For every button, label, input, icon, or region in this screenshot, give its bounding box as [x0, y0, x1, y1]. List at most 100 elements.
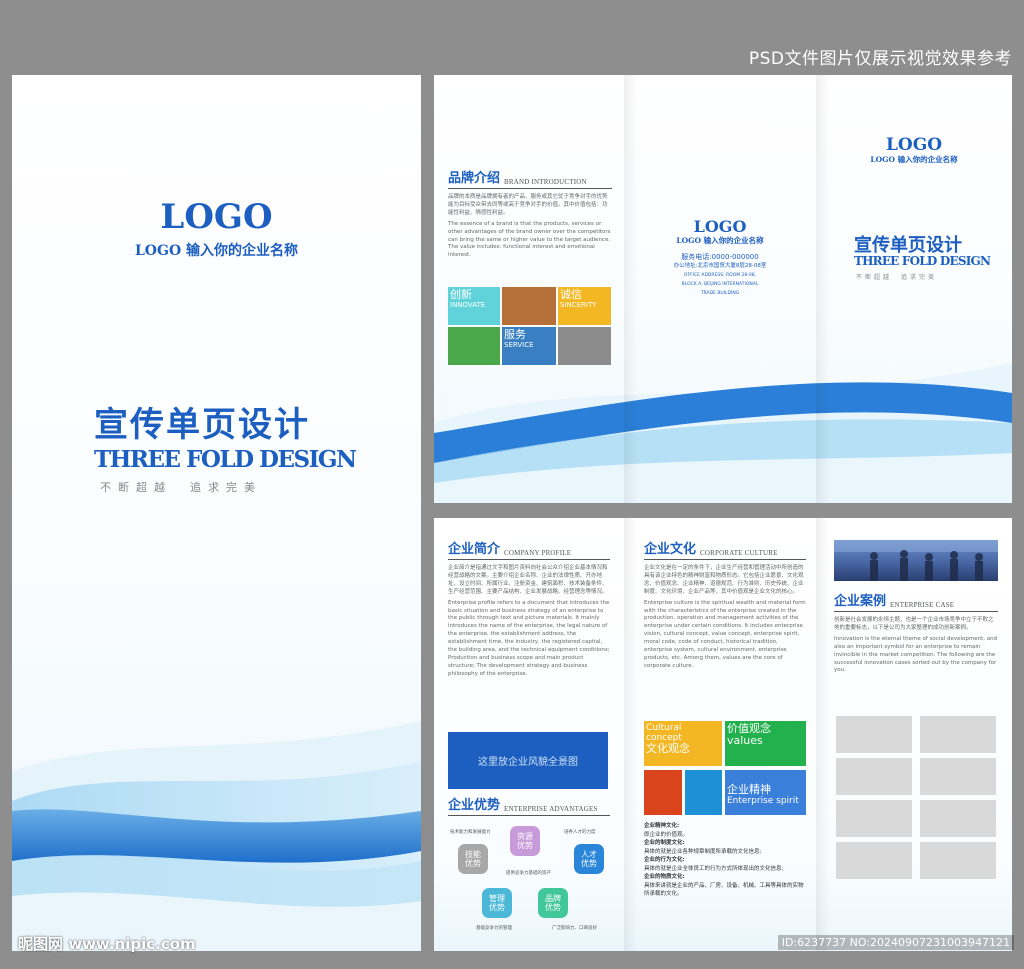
- culture-tiles: Cultural concept 文化观念 价值观念 values 企业精神 Ente…: [644, 721, 806, 815]
- brand-text-en: The essence of a brand is that the produ…: [448, 220, 611, 259]
- contact-info: 服务电话:0000-000000 办公地址:北京市国贸大厦8层28-08室 OF…: [624, 253, 816, 298]
- contact-address-cn: 办公地址:北京市国贸大厦8层28-08室: [673, 263, 767, 269]
- culture-text-cn: 企业文化是在一定的条件下，企业生产经营和管理活动中所创造的具有该企业特色的精神财…: [644, 565, 804, 595]
- profile-image-placeholder: 这里放企业风貌全景图: [448, 732, 608, 789]
- tile-label: 企业精神: [727, 783, 771, 796]
- brand-section: 品牌介绍 BRAND INTRODUCTION 品牌的本质是品牌拥有者的产品、服…: [448, 167, 612, 260]
- tile-green: [448, 327, 500, 365]
- tile-sub: Cultural concept: [646, 723, 682, 743]
- cases-title-cn: 企业案例: [834, 594, 887, 609]
- culture-text-en: Enterprise culture is the spiritual weal…: [644, 599, 806, 669]
- case-image: [836, 716, 912, 753]
- tile-values: 价值观念 values: [725, 721, 806, 766]
- cases-photo: [834, 540, 998, 581]
- people-silhouette-icon: [834, 540, 998, 581]
- culture-heading: 企业文化 CORPORATE CULTURE: [644, 538, 806, 560]
- placeholder-label: 这里放企业风貌全景图: [478, 757, 578, 768]
- watermark-bottom-right: ID:6237737 NO:20240907231003947121: [777, 935, 1014, 950]
- hex-talent: 人才 优势: [574, 844, 604, 874]
- outside-spread: 品牌介绍 BRAND INTRODUCTION 品牌的本质是品牌拥有者的产品、服…: [434, 75, 1012, 503]
- cover-panel: LOGO LOGO 输入你的企业名称 宣传单页设计 THREE FOLD DES…: [12, 75, 421, 951]
- tile-sub: INNOVATE: [450, 301, 486, 309]
- tile-sub: Enterprise spirit: [727, 796, 799, 806]
- cover-title-en: THREE FOLD DESIGN: [94, 446, 357, 473]
- profile-title-cn: 企业简介: [448, 542, 501, 557]
- front-logo: LOGO: [885, 135, 943, 155]
- contact-phone: 服务电话:0000-000000: [681, 253, 759, 261]
- contact-company: LOGO 输入你的企业名称: [676, 236, 764, 245]
- tile-service: 服务 SERVICE: [502, 327, 556, 365]
- culture-list-text: 即企业的价值观。: [644, 831, 689, 838]
- outside-wave: [434, 363, 1012, 503]
- inside-spread: 企业简介 COMPANY PROFILE 企业简介是指通过文字和图片资料向社会公…: [434, 518, 1012, 951]
- case-image: [836, 842, 912, 879]
- contact-logo: LOGO: [693, 217, 747, 236]
- tile-enterprise-spirit: 企业精神 Enterprise spirit: [725, 770, 806, 815]
- front-company: LOGO 输入你的企业名称: [870, 155, 958, 164]
- contact-address-en: BLOCK A, BEIJING INTERNATIONAL: [681, 282, 759, 287]
- tile-red: [644, 770, 682, 815]
- profile-heading: 企业简介 COMPANY PROFILE: [448, 538, 610, 560]
- cover-wave: [12, 721, 421, 951]
- tile-label: 诚信: [560, 288, 582, 301]
- hex-brand: 品牌 优势: [538, 888, 568, 918]
- culture-list-head: 企业的制度文化:: [644, 840, 685, 846]
- advantages-title-cn: 企业优势: [448, 798, 501, 813]
- contact-address-en: OFFICE ADDRESS: ROOM 28-08,: [683, 273, 757, 278]
- culture-list-head: 企业精神文化:: [644, 823, 680, 829]
- cover-title-cn: 宣传单页设计: [94, 405, 310, 445]
- fold-line: [816, 518, 830, 951]
- culture-title-en: CORPORATE CULTURE: [700, 549, 778, 557]
- advantage-note: 技术能力和发展能力: [450, 830, 491, 835]
- cover-company: LOGO 输入你的企业名称: [134, 243, 299, 259]
- tile-cultural-concept: Cultural concept 文化观念: [644, 721, 722, 766]
- advantages-heading: 企业优势 ENTERPRISE ADVANTAGES: [448, 794, 610, 816]
- culture-list-text: 具体的就是企业各种规章制度所承载的文化信息;: [644, 848, 762, 855]
- advantage-note: 提供竞争力基础的资产: [506, 871, 551, 876]
- tile-sub: SINCERITY: [560, 301, 597, 309]
- cover-logo: LOGO: [160, 197, 273, 237]
- brand-title-en: BRAND INTRODUCTION: [504, 178, 587, 186]
- case-image: [920, 758, 996, 795]
- front-title-en: THREE FOLD DESIGN: [854, 254, 991, 268]
- cases-text-en: Innovation is the eternal theme of socia…: [834, 635, 998, 674]
- brand-text-cn: 品牌的本质是品牌拥有者的产品、服务或其它优于竞争对手的优势能为目标受众带去同等或…: [448, 194, 608, 216]
- advantage-note: 培养人才的力度: [564, 830, 596, 835]
- hex-resource: 资源 优势: [510, 826, 540, 856]
- cases-heading: 企业案例 ENTERPRISE CASE: [834, 590, 998, 612]
- cases-title-en: ENTERPRISE CASE: [890, 601, 955, 609]
- watermark-bottom-left: 昵图网 www.nipic.com: [18, 935, 196, 953]
- profile-text-en: Enterprise profile refers to a document …: [448, 599, 610, 677]
- profile-section: 企业简介 COMPANY PROFILE 企业简介是指通过文字和图片资料向社会公…: [448, 538, 610, 679]
- tile-brown: [502, 287, 556, 325]
- profile-title-en: COMPANY PROFILE: [504, 549, 572, 557]
- tile-innovate: 创新 INNOVATE: [448, 287, 500, 325]
- brand-tiles: 创新 INNOVATE 诚信 SINCERITY 服务 SERVICE: [448, 287, 611, 365]
- tile-sub: SERVICE: [504, 341, 534, 349]
- tile-gray: [558, 327, 611, 365]
- tile-blue: [685, 770, 722, 815]
- fold-line: [624, 518, 638, 951]
- case-image: [920, 842, 996, 879]
- advantages-title-en: ENTERPRISE ADVANTAGES: [504, 805, 598, 813]
- cases-text-cn: 创新是社会发展的永恒主题，也是一个企业市场竞争中立于不败之地的重要标志，以下是公…: [834, 617, 994, 631]
- advantage-note: 广泛影响力、口碑良好: [552, 926, 597, 931]
- case-image: [920, 716, 996, 753]
- profile-text-cn: 企业简介是指通过文字和图片资料向社会公众介绍企业基本情况和经营战略的文案。主要介…: [448, 565, 608, 595]
- culture-section: 企业文化 CORPORATE CULTURE 企业文化是在一定的条件下，企业生产…: [644, 538, 806, 671]
- culture-list-head: 企业的行为文化:: [644, 857, 685, 863]
- brand-heading: 品牌介绍 BRAND INTRODUCTION: [448, 167, 612, 189]
- brand-title-cn: 品牌介绍: [448, 171, 501, 186]
- tile-label: 服务: [504, 328, 526, 341]
- hex-skill: 技能 优势: [458, 844, 488, 874]
- hex-management: 管理 优势: [482, 888, 512, 918]
- tile-sincerity: 诚信 SINCERITY: [558, 287, 611, 325]
- culture-list-head: 企业的物质文化:: [644, 874, 685, 880]
- tile-label: values: [727, 734, 763, 747]
- case-image: [836, 758, 912, 795]
- tile-label: 文化观念: [646, 742, 690, 755]
- culture-title-cn: 企业文化: [644, 542, 697, 557]
- contact-address-en: TRADE BUILDING: [700, 291, 740, 296]
- front-slogan: 不断超越 追求完美: [856, 274, 938, 281]
- case-image: [836, 800, 912, 837]
